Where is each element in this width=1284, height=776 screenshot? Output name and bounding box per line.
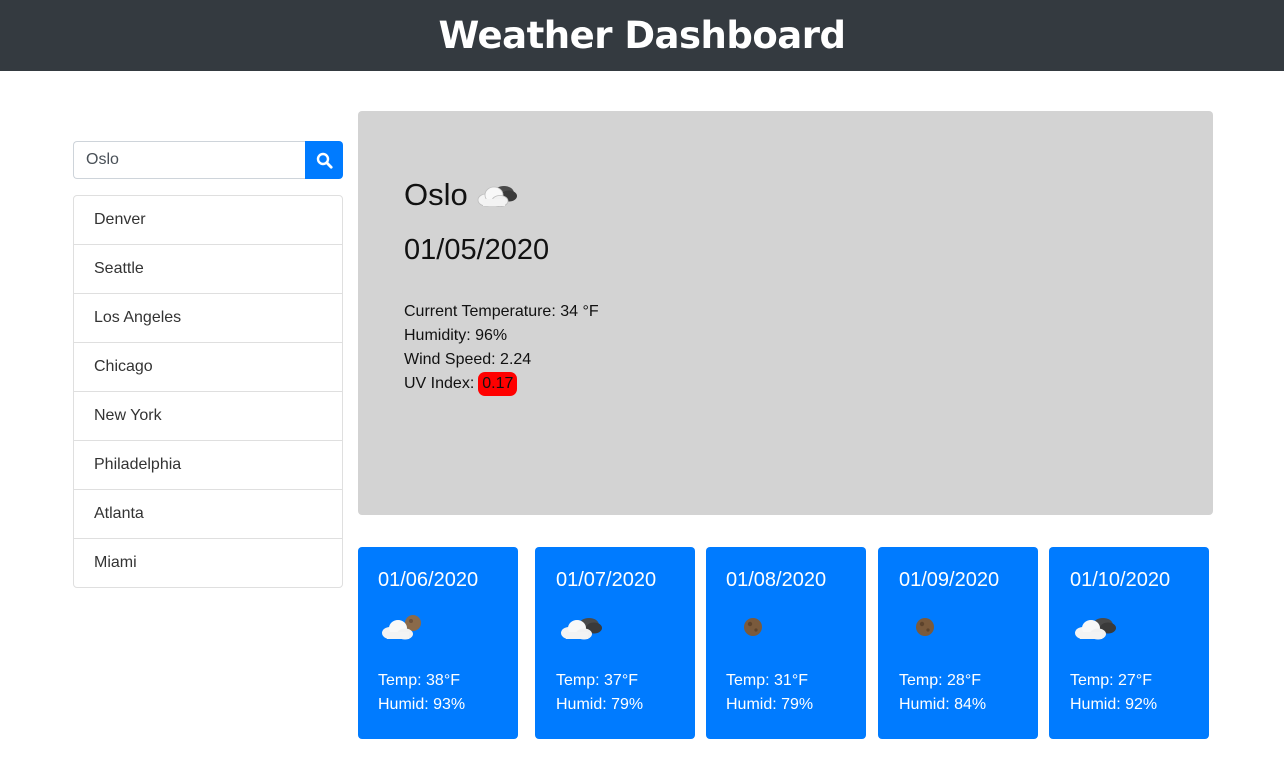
history-item-atlanta[interactable]: Atlanta xyxy=(74,490,342,539)
uv-index-badge: 0.17 xyxy=(478,372,518,396)
history-item-los-angeles[interactable]: Los Angeles xyxy=(74,294,342,343)
forecast-temp: Temp: 31°F xyxy=(726,672,808,689)
cloud-night-icon xyxy=(477,186,517,207)
current-city-name: Oslo xyxy=(404,177,468,212)
forecast-card: 01/10/2020 Temp: 27°F Humid: 92% xyxy=(1049,547,1209,739)
current-wind-speed: Wind Speed: 2.24 xyxy=(404,351,532,368)
forecast-card: 01/08/2020 Temp: 31°F Humid: 79% xyxy=(706,547,866,739)
history-item-philadelphia[interactable]: Philadelphia xyxy=(74,441,342,490)
cloud-night-icon xyxy=(1075,618,1116,640)
forecast-date: 01/06/2020 xyxy=(378,569,479,591)
current-humidity: Humidity: 96% xyxy=(404,327,508,344)
search-button[interactable] xyxy=(305,141,343,179)
cloud-night-icon xyxy=(561,618,602,640)
forecast-card: 01/07/2020 Temp: 37°F Humid: 79% xyxy=(535,547,695,739)
search-history-list: Denver Seattle Los Angeles Chicago New Y… xyxy=(73,195,343,588)
moon-icon xyxy=(744,618,762,636)
forecast-date: 01/07/2020 xyxy=(556,569,657,591)
cloud-moon-icon xyxy=(382,615,421,640)
forecast-humidity: Humid: 79% xyxy=(726,696,814,713)
forecast-date: 01/08/2020 xyxy=(726,569,827,591)
forecast-card: 01/09/2020 Temp: 28°F Humid: 84% xyxy=(878,547,1038,739)
city-search xyxy=(73,141,343,179)
forecast-humidity: Humid: 79% xyxy=(556,696,644,713)
current-city-heading: Oslo xyxy=(404,177,520,213)
forecast-humidity: Humid: 93% xyxy=(378,696,466,713)
current-stats: Current Temperature: 34 °F Humidity: 96%… xyxy=(404,300,599,396)
history-item-new-york[interactable]: New York xyxy=(74,392,342,441)
forecast-humidity: Humid: 92% xyxy=(1070,696,1158,713)
current-date: 01/05/2020 xyxy=(404,234,550,266)
forecast-date: 01/09/2020 xyxy=(899,569,1000,591)
search-input[interactable] xyxy=(73,141,305,179)
current-temperature: Current Temperature: 34 °F xyxy=(404,303,599,320)
history-item-chicago[interactable]: Chicago xyxy=(74,343,342,392)
uv-index-row: UV Index: 0.17 xyxy=(404,372,599,396)
forecast-temp: Temp: 37°F xyxy=(556,672,638,689)
uv-index-label: UV Index: xyxy=(404,375,475,392)
forecast-temp: Temp: 27°F xyxy=(1070,672,1152,689)
history-item-denver[interactable]: Denver xyxy=(74,196,342,245)
forecast-temp: Temp: 38°F xyxy=(378,672,460,689)
forecast-date: 01/10/2020 xyxy=(1070,569,1171,591)
forecast-humidity: Humid: 84% xyxy=(899,696,987,713)
history-item-miami[interactable]: Miami xyxy=(74,539,342,587)
history-item-seattle[interactable]: Seattle xyxy=(74,245,342,294)
search-icon xyxy=(316,152,333,169)
current-weather-panel: Oslo 01/05/2020 Current Temperature: 34 … xyxy=(358,111,1213,515)
moon-icon xyxy=(916,618,934,636)
app-header: Weather Dashboard xyxy=(0,0,1284,71)
forecast-temp: Temp: 28°F xyxy=(899,672,981,689)
page-title: Weather Dashboard xyxy=(438,14,846,57)
forecast-card: 01/06/2020 Temp: 38°F Humid: 93% xyxy=(358,547,518,739)
